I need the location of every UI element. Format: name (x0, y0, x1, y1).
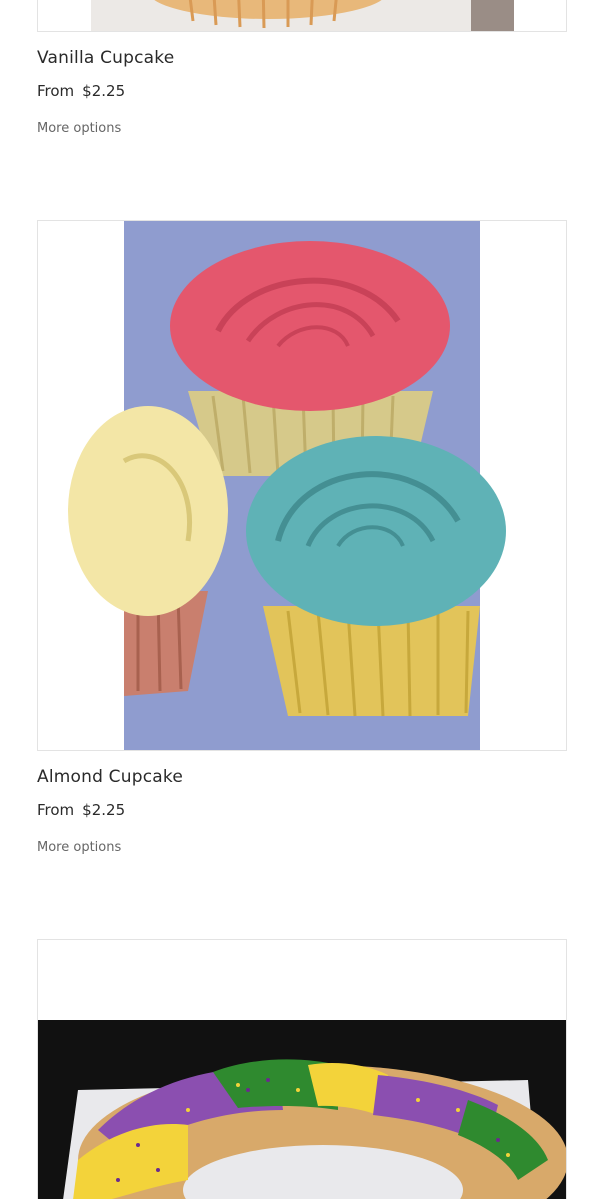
cupcakes-image (68, 221, 506, 750)
price-prefix: From (37, 801, 75, 819)
price-prefix: From (37, 82, 75, 100)
price-value: $2.25 (82, 82, 126, 100)
cupcake-image (91, 0, 514, 31)
product-card-image-vanilla[interactable] (37, 0, 567, 32)
product-title[interactable]: Almond Cupcake (37, 767, 183, 787)
more-options-link[interactable]: More options (37, 840, 121, 855)
product-title[interactable]: Vanilla Cupcake (37, 48, 174, 68)
product-card-image-king-cake[interactable] (37, 939, 567, 1199)
price-value: $2.25 (82, 801, 126, 819)
king-cake-image (38, 940, 566, 1199)
product-price: From $2.25 (37, 82, 125, 100)
product-price: From $2.25 (37, 801, 125, 819)
more-options-link[interactable]: More options (37, 121, 121, 136)
product-card-image-almond[interactable] (37, 220, 567, 751)
